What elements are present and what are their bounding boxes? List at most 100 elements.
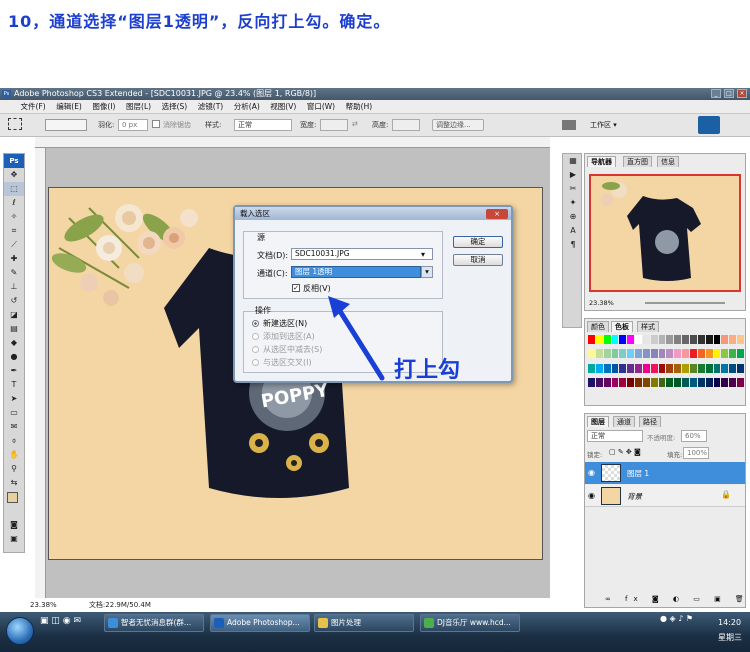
subtract-selection-label[interactable]: 从选区中减去(S) (263, 344, 322, 355)
swatch-chip[interactable] (682, 335, 690, 344)
new-selection-label[interactable]: 新建选区(N) (263, 318, 307, 329)
swatch-chip[interactable] (729, 363, 737, 373)
swatch-chip[interactable] (721, 377, 729, 387)
marquee-tool-icon[interactable]: ⬚ (4, 182, 24, 196)
swatch-chip[interactable] (737, 377, 744, 387)
swatch-chip[interactable] (658, 363, 666, 373)
bridge-icon[interactable] (562, 120, 576, 130)
layer-row[interactable]: ◉ 背景 🔒 (585, 485, 745, 507)
swatch-chip[interactable] (690, 377, 697, 387)
swatch-chip[interactable] (627, 363, 635, 373)
swatch-chip[interactable] (595, 363, 603, 373)
actions-panel-icon[interactable]: ▶ (563, 168, 583, 182)
menu-view[interactable]: 视图(V) (266, 100, 300, 114)
swatch-chip[interactable] (611, 363, 619, 373)
swatch-chip[interactable] (595, 335, 603, 344)
swatch-chip[interactable] (690, 363, 697, 373)
swatch-grid[interactable] (588, 335, 744, 391)
marquee-tool-icon[interactable] (8, 118, 22, 130)
tab-styles[interactable]: 样式 (637, 321, 659, 332)
tab-paths[interactable]: 路径 (639, 416, 661, 427)
swatch-chip[interactable] (588, 335, 595, 344)
tab-histogram[interactable]: 直方图 (623, 156, 652, 167)
tab-swatches[interactable]: 色板 (611, 321, 633, 332)
path-select-icon[interactable]: ➤ (4, 392, 24, 406)
swatch-chip[interactable] (635, 377, 642, 387)
swatch-chip[interactable] (642, 349, 650, 359)
clone-source-icon[interactable]: ⊕ (563, 210, 583, 224)
swatch-chip[interactable] (611, 349, 619, 359)
menu-help[interactable]: 帮助(H) (342, 100, 377, 114)
swatch-chip[interactable] (619, 335, 627, 344)
document-select[interactable]: SDC10031.JPG (291, 248, 433, 260)
swap-icon[interactable]: ⇄ (352, 120, 358, 128)
swatch-chip[interactable] (635, 363, 642, 373)
swatch-chip[interactable] (603, 377, 611, 387)
invert-checkbox[interactable]: ✓ (292, 284, 300, 292)
quick-mask-icon[interactable]: ◙ (4, 518, 24, 532)
layer-name[interactable]: 背景 (627, 491, 642, 502)
pen-tool-icon[interactable]: ✒ (4, 364, 24, 378)
menu-image[interactable]: 图像(I) (88, 100, 119, 114)
tab-navigator[interactable]: 导航器 (587, 156, 616, 167)
doc-size-readout[interactable]: 文档:22.9M/50.4M (89, 601, 151, 609)
swatch-chip[interactable] (737, 349, 744, 359)
swatch-chip[interactable] (666, 363, 674, 373)
blend-mode-select[interactable]: 正常 (587, 430, 643, 442)
swatch-chip[interactable] (658, 377, 666, 387)
menu-select[interactable]: 选择(S) (158, 100, 192, 114)
swatch-chip[interactable] (705, 377, 713, 387)
dodge-tool-icon[interactable]: ● (4, 350, 24, 364)
cancel-button[interactable]: 取消 (453, 254, 503, 266)
swatch-chip[interactable] (697, 335, 705, 344)
swatch-chip[interactable] (619, 377, 627, 387)
feather-input[interactable]: 0 px (118, 119, 148, 131)
antialias-checkbox[interactable] (152, 120, 160, 128)
eye-icon[interactable]: ◉ (588, 468, 595, 477)
swatch-chip[interactable] (642, 377, 650, 387)
swatch-chip[interactable] (588, 377, 595, 387)
swatch-chip[interactable] (721, 335, 729, 344)
magic-wand-icon[interactable]: ✧ (4, 210, 24, 224)
swatch-chip[interactable] (713, 349, 721, 359)
swatch-chip[interactable] (619, 363, 627, 373)
refine-edge-button[interactable]: 调整边缘... (432, 119, 484, 131)
swatch-chip[interactable] (674, 349, 682, 359)
clock-day[interactable]: 星期三 (718, 632, 742, 643)
swatch-chip[interactable] (729, 377, 737, 387)
swatch-chip[interactable] (697, 363, 705, 373)
menu-analysis[interactable]: 分析(A) (230, 100, 264, 114)
layer-name[interactable]: 图层 1 (627, 468, 649, 479)
swatch-chip[interactable] (697, 349, 705, 359)
swatch-chip[interactable] (713, 363, 721, 373)
tab-info[interactable]: 信息 (657, 156, 679, 167)
swatch-chip[interactable] (611, 377, 619, 387)
swatch-chip[interactable] (737, 335, 744, 344)
intersect-selection-radio[interactable] (252, 359, 259, 366)
channel-select[interactable]: 图层 1透明 (291, 266, 421, 278)
swatch-chip[interactable] (721, 363, 729, 373)
swatch-chip[interactable] (713, 335, 721, 344)
task-qq-group[interactable]: 智者无忧消息群(群... (104, 614, 204, 632)
swatch-chip[interactable] (713, 377, 721, 387)
swatch-chip[interactable] (627, 335, 635, 344)
history-panel-icon[interactable]: ▦ (563, 154, 583, 168)
move-tool-icon[interactable]: ✥ (4, 168, 24, 182)
eraser-tool-icon[interactable]: ◪ (4, 308, 24, 322)
character-panel-icon[interactable]: A (563, 224, 583, 238)
opacity-input[interactable]: 60% (681, 430, 707, 442)
swatch-chip[interactable] (635, 335, 642, 344)
swatch-chip[interactable] (705, 349, 713, 359)
swatch-chip[interactable] (627, 377, 635, 387)
swatch-chip[interactable] (674, 335, 682, 344)
blur-tool-icon[interactable]: ◆ (4, 336, 24, 350)
swatch-chip[interactable] (666, 335, 674, 344)
task-image-folder[interactable]: 图片处理 (314, 614, 414, 632)
layer-actions[interactable]: ∞ fx ◙ ◐ ▭ ▣ 🗑 (605, 595, 750, 603)
swatch-chip[interactable] (595, 377, 603, 387)
swatch-chip[interactable] (729, 349, 737, 359)
selection-mode-icons[interactable] (45, 119, 87, 131)
lock-icons[interactable]: ▢ ✎ ✥ ◙ (609, 448, 641, 456)
swatch-chip[interactable] (603, 349, 611, 359)
task-photoshop[interactable]: Adobe Photoshop... (210, 614, 310, 632)
